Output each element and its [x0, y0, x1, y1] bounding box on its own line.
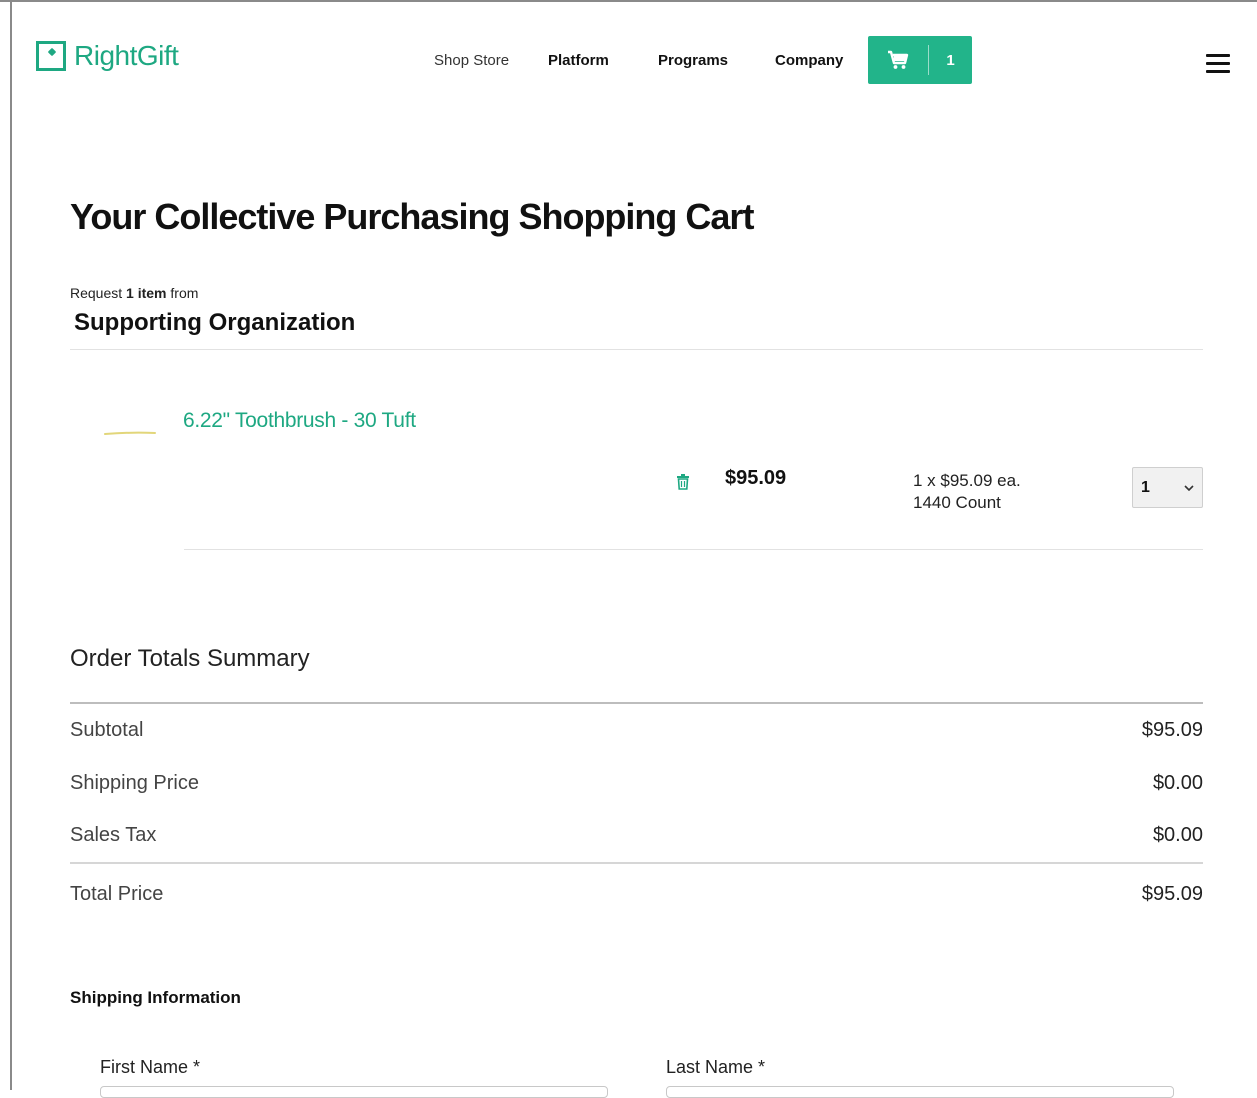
- quantity-value: 1: [1141, 478, 1150, 496]
- shipping-info-title: Shipping Information: [70, 988, 241, 1007]
- last-name-label: Last Name *: [666, 1057, 766, 1077]
- item-divider: [184, 549, 1203, 550]
- product-name-link[interactable]: 6.22" Toothbrush - 30 Tuft: [183, 409, 416, 433]
- summary-amount: $95.09: [1141, 883, 1203, 905]
- request-prefix: Request: [70, 285, 123, 301]
- summary-row-subtotal: Subtotal $95.09: [70, 719, 1203, 742]
- product-thumbnail[interactable]: [104, 430, 156, 436]
- divider: [70, 349, 1203, 350]
- summary-amount: $95.09: [1141, 719, 1203, 741]
- cart-icon: [868, 50, 928, 70]
- unit-price: 1 x $95.09 ea.: [913, 471, 1021, 490]
- cart-button[interactable]: 1: [868, 36, 972, 84]
- summary-label: Shipping Price: [70, 772, 199, 794]
- logo-text: RightGift: [74, 40, 179, 71]
- hamburger-menu-icon[interactable]: [1206, 54, 1230, 78]
- first-name-label: First Name *: [100, 1057, 201, 1077]
- summary-amount: $0.00: [1152, 824, 1203, 846]
- pack-count: 1440 Count: [913, 493, 1001, 512]
- nav-shop-store[interactable]: Shop Store: [434, 52, 509, 69]
- nav-platform[interactable]: Platform: [548, 52, 609, 69]
- summary-label: Subtotal: [70, 719, 144, 741]
- quantity-select[interactable]: 1: [1132, 467, 1203, 508]
- window-frame-top: [0, 0, 1257, 2]
- summary-label: Sales Tax: [70, 824, 157, 846]
- page-title: Your Collective Purchasing Shopping Cart: [70, 196, 754, 237]
- window-frame-left: [10, 0, 12, 1090]
- summary-row-tax: Sales Tax $0.00: [70, 824, 1203, 847]
- summary-row-total: Total Price $95.09: [70, 883, 1203, 906]
- last-name-input[interactable]: [666, 1086, 1174, 1098]
- first-name-input[interactable]: [100, 1086, 608, 1098]
- item-price: $95.09: [725, 467, 787, 489]
- chevron-down-icon: [1184, 484, 1194, 491]
- logo[interactable]: RightGift: [36, 40, 179, 71]
- request-summary: Request 1 item from: [70, 285, 198, 301]
- total-divider: [70, 862, 1203, 864]
- cart-count-badge: 1: [946, 51, 955, 69]
- logo-gift-icon: [36, 41, 66, 71]
- order-summary-title: Order Totals Summary: [70, 645, 310, 672]
- summary-label: Total Price: [70, 883, 164, 905]
- summary-divider: [70, 702, 1203, 704]
- nav-company[interactable]: Company: [775, 52, 843, 69]
- trash-icon[interactable]: [676, 474, 690, 495]
- summary-row-shipping: Shipping Price $0.00: [70, 772, 1203, 795]
- request-suffix: from: [170, 285, 199, 301]
- item-unit-details: 1 x $95.09 ea. 1440 Count: [913, 470, 1021, 514]
- request-count: 1 item: [126, 285, 167, 301]
- nav-programs[interactable]: Programs: [658, 52, 728, 69]
- summary-amount: $0.00: [1152, 772, 1203, 794]
- organization-name: Supporting Organization: [74, 309, 356, 336]
